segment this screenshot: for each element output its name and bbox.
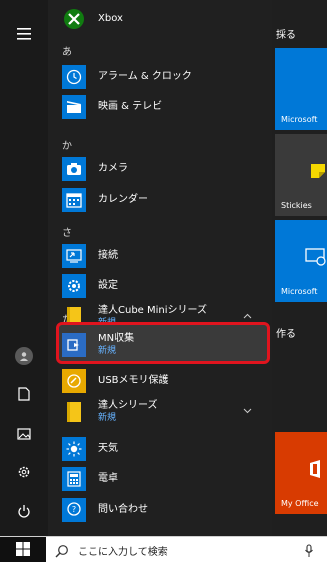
app-label: 設定 xyxy=(98,280,118,291)
app-label: 天気 xyxy=(98,443,118,454)
mn-collect-icon xyxy=(62,333,86,357)
app-item-calendar[interactable]: カレンダー xyxy=(48,185,264,215)
tile-stickies[interactable]: Stickies xyxy=(275,134,327,216)
hamburger-icon xyxy=(17,25,31,44)
svg-text:?: ? xyxy=(72,505,76,514)
folder-icon xyxy=(62,400,86,424)
app-item-mn-collect[interactable]: MN収集 新規 xyxy=(48,328,264,362)
app-item-xbox[interactable]: Xbox xyxy=(48,4,264,34)
tile-group-title[interactable]: 採る xyxy=(276,26,296,41)
app-label: 接続 xyxy=(98,250,118,261)
weather-icon xyxy=(62,437,86,461)
alarm-clock-icon xyxy=(62,65,86,89)
tile-group-title[interactable]: 作る xyxy=(276,325,296,340)
app-label: カメラ xyxy=(98,163,128,174)
app-item-alarm-clock[interactable]: アラーム & クロック xyxy=(48,62,264,92)
power-button[interactable] xyxy=(0,492,48,532)
camera-icon xyxy=(62,157,86,181)
search-icon xyxy=(55,543,69,562)
stickies-icon xyxy=(309,162,327,184)
app-item-settings[interactable]: 設定 xyxy=(48,271,264,301)
microphone-icon[interactable] xyxy=(304,543,314,562)
contact-support-icon: ? xyxy=(62,498,86,522)
chevron-down-icon xyxy=(243,407,252,417)
calendar-icon xyxy=(62,188,86,212)
settings-gear-icon xyxy=(62,274,86,298)
app-label: 問い合わせ xyxy=(98,504,148,515)
app-item-contact[interactable]: ? 問い合わせ xyxy=(48,495,264,525)
app-list: Xbox あ アラーム & クロック 映画 & テレビ か カメラ カレンダー … xyxy=(48,0,272,536)
app-label: カレンダー xyxy=(98,194,148,205)
start-rail xyxy=(0,0,48,536)
movies-tv-icon xyxy=(62,95,86,119)
tile-microsoft-edge[interactable]: Microsoft xyxy=(275,48,327,130)
gear-icon xyxy=(17,464,31,483)
tile-area: 採る Microsoft Stickies Microsoft 作る My Of… xyxy=(272,0,327,536)
tile-microsoft-connect[interactable]: Microsoft xyxy=(275,220,327,302)
app-label: アラーム & クロック xyxy=(98,71,192,82)
user-account-button[interactable] xyxy=(0,336,48,376)
app-label: MN収集 新規 xyxy=(98,333,134,357)
app-item-usb-protect[interactable]: USBメモリ保護 xyxy=(48,366,264,396)
folder-name: 達人シリーズ xyxy=(98,400,158,411)
connect-icon xyxy=(305,248,327,270)
app-item-connect[interactable]: 接続 xyxy=(48,241,264,271)
app-item-movies-tv[interactable]: 映画 & テレビ xyxy=(48,92,264,122)
tile-label: Microsoft xyxy=(281,115,318,124)
app-name: MN収集 xyxy=(98,333,135,344)
taskbar: ここに入力して検索 xyxy=(0,536,327,562)
calculator-icon xyxy=(62,467,86,491)
user-icon xyxy=(15,347,33,365)
pictures-button[interactable] xyxy=(0,414,48,454)
section-header-a[interactable]: あ xyxy=(62,43,72,58)
hamburger-menu-button[interactable] xyxy=(0,14,48,54)
office-icon xyxy=(309,460,323,482)
settings-button[interactable] xyxy=(0,453,48,493)
new-badge: 新規 xyxy=(98,413,117,423)
section-header-sa[interactable]: さ xyxy=(62,224,72,239)
usb-protect-icon xyxy=(62,369,86,393)
connect-icon xyxy=(62,244,86,268)
pictures-icon xyxy=(17,425,31,444)
tile-label: My Office xyxy=(281,499,319,508)
new-badge: 新規 xyxy=(98,346,117,356)
app-label: 映画 & テレビ xyxy=(98,101,163,112)
xbox-icon xyxy=(62,7,86,31)
app-item-weather[interactable]: 天気 xyxy=(48,434,264,464)
tile-label: Microsoft xyxy=(281,287,318,296)
app-label: 達人シリーズ 新規 xyxy=(98,400,158,424)
windows-logo-icon xyxy=(16,541,30,560)
search-input[interactable]: ここに入力して検索 xyxy=(78,543,168,558)
power-icon xyxy=(17,503,31,522)
app-item-camera[interactable]: カメラ xyxy=(48,154,264,184)
app-label: Xbox xyxy=(98,13,123,24)
chevron-up-icon xyxy=(243,312,252,322)
documents-button[interactable] xyxy=(0,375,48,415)
start-button[interactable] xyxy=(0,537,46,562)
tile-my-office[interactable]: My Office xyxy=(275,432,327,514)
app-item-calculator[interactable]: 電卓 xyxy=(48,464,264,494)
app-label: 電卓 xyxy=(98,473,118,484)
document-icon xyxy=(18,386,30,405)
folder-name: 達人Cube Miniシリーズ xyxy=(98,305,208,316)
tile-label: Stickies xyxy=(281,201,312,210)
app-folder-tatsujin-series[interactable]: 達人シリーズ 新規 xyxy=(48,395,264,429)
app-label: USBメモリ保護 xyxy=(98,375,169,386)
section-header-ka[interactable]: か xyxy=(62,137,72,152)
